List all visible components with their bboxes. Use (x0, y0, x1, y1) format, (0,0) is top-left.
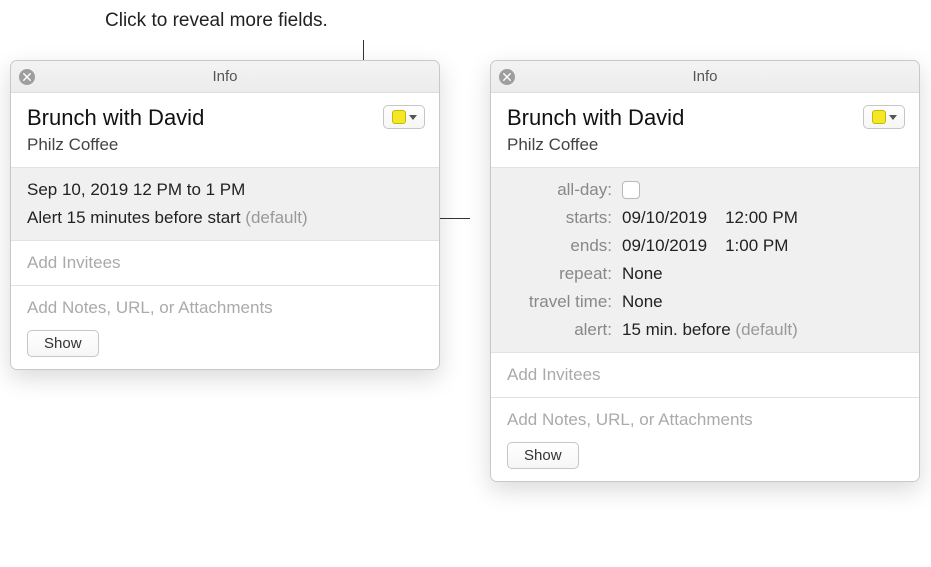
calendar-color-dropdown[interactable] (863, 105, 905, 129)
datetime-summary: Sep 10, 2019 12 PM to 1 PM (27, 180, 423, 200)
alert-value-text: 15 min. before (622, 320, 735, 339)
repeat-value[interactable]: None (622, 264, 663, 284)
show-button[interactable]: Show (27, 330, 99, 357)
ends-row: ends: 09/10/2019 1:00 PM (507, 236, 903, 256)
alert-label: alert: (507, 320, 622, 340)
window-title: Info (692, 68, 717, 85)
add-notes-placeholder[interactable]: Add Notes, URL, or Attachments (27, 298, 423, 318)
alert-summary: Alert 15 minutes before start (default) (27, 208, 423, 228)
show-button[interactable]: Show (507, 442, 579, 469)
travel-time-value[interactable]: None (622, 292, 663, 312)
alert-default-text: (default) (245, 208, 307, 227)
starts-label: starts: (507, 208, 622, 228)
event-title[interactable]: Brunch with David (507, 105, 903, 131)
calendar-color-swatch (872, 110, 886, 124)
notes-section: Add Notes, URL, or Attachments Show (11, 286, 439, 369)
event-location[interactable]: Philz Coffee (507, 135, 903, 155)
event-info-popover-expanded: Info Brunch with David Philz Coffee all-… (490, 60, 920, 482)
close-icon (23, 73, 31, 81)
close-button[interactable] (499, 69, 515, 85)
event-header: Brunch with David Philz Coffee (11, 93, 439, 168)
calendar-color-swatch (392, 110, 406, 124)
allday-row: all-day: (507, 180, 903, 200)
event-info-popover-collapsed: Info Brunch with David Philz Coffee Sep … (10, 60, 440, 370)
event-title[interactable]: Brunch with David (27, 105, 423, 131)
titlebar: Info (11, 61, 439, 93)
notes-section: Add Notes, URL, or Attachments Show (491, 398, 919, 481)
ends-label: ends: (507, 236, 622, 256)
close-icon (503, 73, 511, 81)
close-button[interactable] (19, 69, 35, 85)
starts-date[interactable]: 09/10/2019 (622, 208, 707, 228)
add-invitees-placeholder: Add Invitees (27, 253, 423, 273)
travel-time-row: travel time: None (507, 292, 903, 312)
chevron-down-icon (409, 115, 417, 120)
starts-row: starts: 09/10/2019 12:00 PM (507, 208, 903, 228)
chevron-down-icon (889, 115, 897, 120)
allday-checkbox[interactable] (622, 181, 640, 199)
alert-value[interactable]: 15 min. before (default) (622, 320, 798, 340)
allday-label: all-day: (507, 180, 622, 200)
callout-text: Click to reveal more fields. (105, 10, 328, 32)
repeat-label: repeat: (507, 264, 622, 284)
alert-text: Alert 15 minutes before start (27, 208, 245, 227)
repeat-row: repeat: None (507, 264, 903, 284)
ends-time[interactable]: 1:00 PM (725, 236, 788, 256)
starts-time[interactable]: 12:00 PM (725, 208, 798, 228)
ends-date[interactable]: 09/10/2019 (622, 236, 707, 256)
event-header: Brunch with David Philz Coffee (491, 93, 919, 168)
add-invitees-placeholder: Add Invitees (507, 365, 903, 385)
invitees-section[interactable]: Add Invitees (491, 353, 919, 398)
alert-row: alert: 15 min. before (default) (507, 320, 903, 340)
event-location[interactable]: Philz Coffee (27, 135, 423, 155)
alert-default-text: (default) (735, 320, 797, 339)
titlebar: Info (491, 61, 919, 93)
detailed-fields-section: all-day: starts: 09/10/2019 12:00 PM end… (491, 168, 919, 353)
add-notes-placeholder[interactable]: Add Notes, URL, or Attachments (507, 410, 903, 430)
window-title: Info (212, 68, 237, 85)
invitees-section[interactable]: Add Invitees (11, 241, 439, 286)
datetime-section[interactable]: Sep 10, 2019 12 PM to 1 PM Alert 15 minu… (11, 168, 439, 241)
calendar-color-dropdown[interactable] (383, 105, 425, 129)
travel-time-label: travel time: (507, 292, 622, 312)
